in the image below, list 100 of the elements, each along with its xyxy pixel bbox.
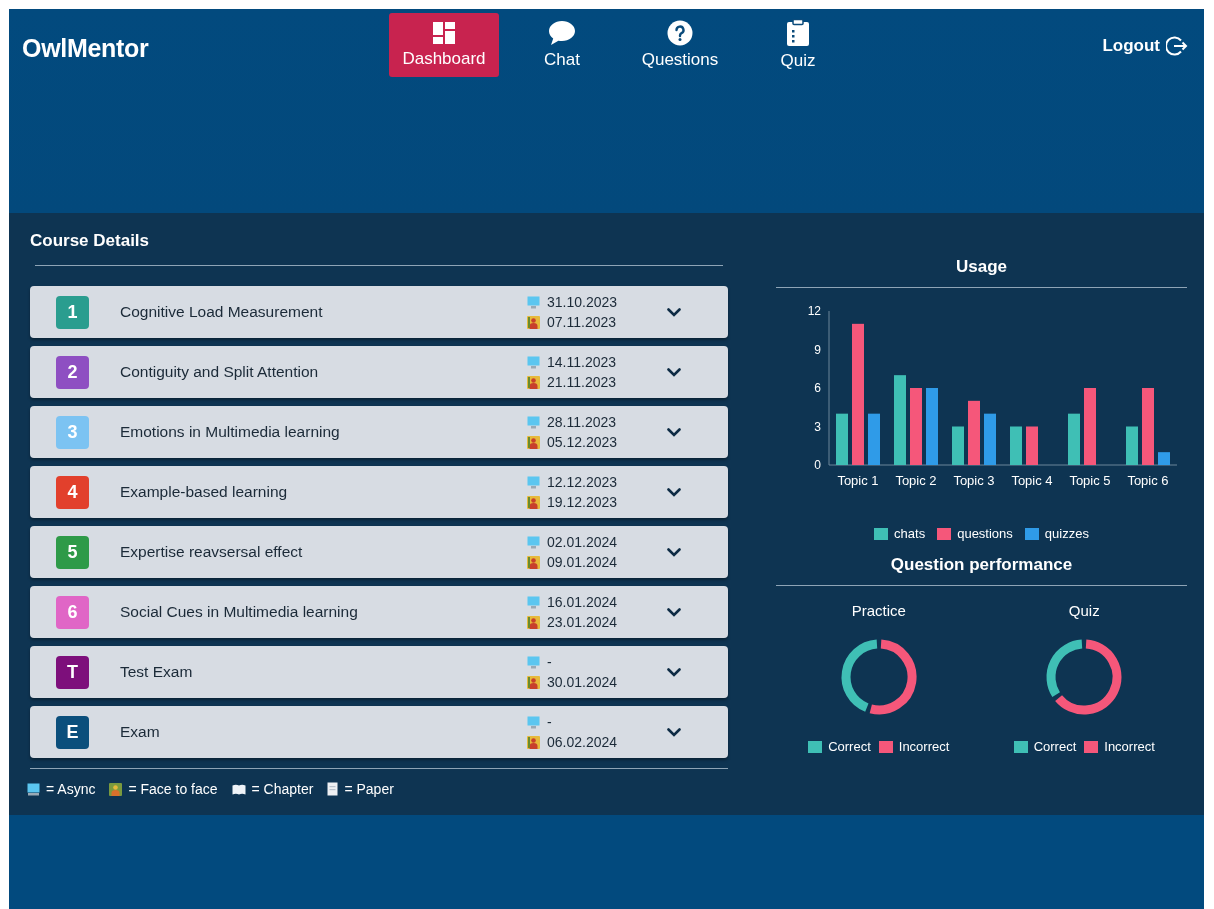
legend-label: Incorrect [898, 739, 950, 754]
chart-title: Quiz [1068, 602, 1100, 619]
course-title: Exam [120, 723, 161, 741]
legend-label: Correct [1033, 739, 1077, 754]
monitor-icon [527, 295, 540, 309]
date-text: 05.12.2023 [547, 434, 618, 450]
course-title: Social Cues in Multimedia learning [120, 603, 359, 621]
page-icon [327, 782, 339, 796]
date-text: 07.11.2023 [547, 314, 617, 330]
date-text: 19.12.2023 [547, 494, 618, 510]
dashboard-icon [432, 21, 456, 45]
person-icon [527, 615, 540, 629]
legend-label: questions [957, 526, 1013, 541]
bar [868, 413, 880, 465]
course-row[interactable]: 2 Contiguity and Split Attention 14.11.2023 21.11.2023 [30, 346, 728, 398]
course-row[interactable]: 6 Social Cues in Multimedia learning 16.01.2024 23.01.2024 [30, 586, 728, 638]
nav-tab[interactable]: Quiz [743, 13, 853, 77]
bar [1068, 413, 1080, 465]
chevron-down-icon [667, 487, 681, 497]
person-icon [527, 495, 540, 509]
number-badge: 4 [56, 475, 89, 509]
legend-label: = Face to face [128, 781, 218, 797]
y-tick-label: 6 [814, 381, 822, 395]
y-axis: 0 3 6 9 12 [807, 304, 830, 472]
legend-label: quizzes [1044, 526, 1089, 541]
person-icon [527, 435, 540, 449]
number-badge: 1 [56, 295, 89, 329]
question-icon [667, 20, 693, 46]
monitor-icon [527, 475, 540, 489]
date-text: 28.11.2023 [547, 414, 617, 430]
course-row[interactable]: 1 Cognitive Load Measurement 31.10.2023 07.11.2023 [30, 286, 728, 338]
date-text: 06.02.2024 [547, 734, 618, 750]
date-text: - [547, 654, 552, 670]
monitor-icon [27, 782, 40, 796]
person-icon [527, 735, 540, 749]
number-badge: 2 [56, 355, 89, 389]
course-row[interactable]: E Exam - 06.02.2024 [30, 706, 728, 758]
date-text: 09.01.2024 [547, 554, 618, 570]
y-tick-label: 0 [814, 458, 822, 472]
chevron-down-icon [667, 427, 681, 437]
course-title: Cognitive Load Measurement [120, 303, 324, 321]
person-icon [527, 675, 540, 689]
date-text: - [547, 714, 552, 730]
number-badge: 6 [56, 595, 89, 629]
chat-bubble-icon [548, 20, 576, 46]
nav-tab[interactable]: Questions [625, 13, 735, 77]
legend-label: = Paper [344, 781, 394, 797]
course-title: Example-based learning [120, 483, 289, 501]
book-icon [231, 783, 246, 795]
course-row[interactable]: 5 Expertise reavsersal effect 02.01.2024 09.01.2024 [30, 526, 728, 578]
clipboard-icon [786, 19, 810, 47]
legend-label: Incorrect [1104, 739, 1155, 754]
number-badge: 3 [56, 415, 89, 449]
monitor-icon [527, 715, 540, 729]
legend-label: = Async [46, 781, 96, 797]
chevron-down-icon [667, 307, 681, 317]
x-tick-label: Topic 5 [1069, 473, 1111, 488]
monitor-icon [527, 415, 540, 429]
course-title: Expertise reavsersal effect [120, 543, 304, 561]
monitor-icon [527, 355, 540, 369]
logout-button[interactable]: Logout [1102, 35, 1188, 57]
section-title: Course Details [30, 231, 151, 251]
course-title: Emotions in Multimedia learning [120, 423, 341, 441]
date-text: 02.01.2024 [547, 534, 618, 550]
monitor-icon [527, 655, 540, 669]
x-tick-label: Topic 3 [953, 473, 995, 488]
legend-label: = Chapter [251, 781, 314, 797]
course-row[interactable]: 4 Example-based learning 12.12.2023 19.12.2023 [30, 466, 728, 518]
chevron-down-icon [667, 727, 681, 737]
monitor-icon [527, 595, 540, 609]
person-icon [527, 555, 540, 569]
app-title: OwlMentor [22, 34, 150, 63]
logout-icon [1166, 35, 1188, 57]
chevron-down-icon [667, 607, 681, 617]
course-row[interactable]: T Test Exam - 30.01.2024 [30, 646, 728, 698]
x-tick-label: Topic 6 [1127, 473, 1169, 488]
y-tick-label: 9 [814, 342, 822, 357]
person-icon [109, 782, 123, 796]
nav-tab[interactable]: Chat [507, 13, 617, 77]
bar [836, 413, 848, 465]
date-text: 14.11.2023 [547, 354, 617, 370]
date-text: 12.12.2023 [547, 474, 618, 490]
chevron-down-icon [667, 667, 681, 677]
nav-tab[interactable]: Dashboard [389, 13, 499, 77]
date-text: 21.11.2023 [547, 374, 617, 390]
course-row[interactable]: 3 Emotions in Multimedia learning 28.11.2023 05.12.2023 [30, 406, 728, 458]
chevron-down-icon [667, 547, 681, 557]
x-tick-label: Topic 2 [895, 473, 937, 488]
date-text: 31.10.2023 [547, 294, 618, 310]
bar [984, 413, 996, 465]
legend-label: chats [894, 526, 926, 541]
bar [952, 426, 964, 465]
bar [1026, 426, 1038, 465]
bar [1158, 452, 1170, 465]
course-title: Test Exam [120, 663, 194, 681]
bar [968, 400, 980, 465]
y-tick-label: 3 [814, 419, 822, 434]
person-icon [527, 315, 540, 329]
date-text: 23.01.2024 [547, 614, 618, 630]
number-badge: T [56, 655, 89, 689]
